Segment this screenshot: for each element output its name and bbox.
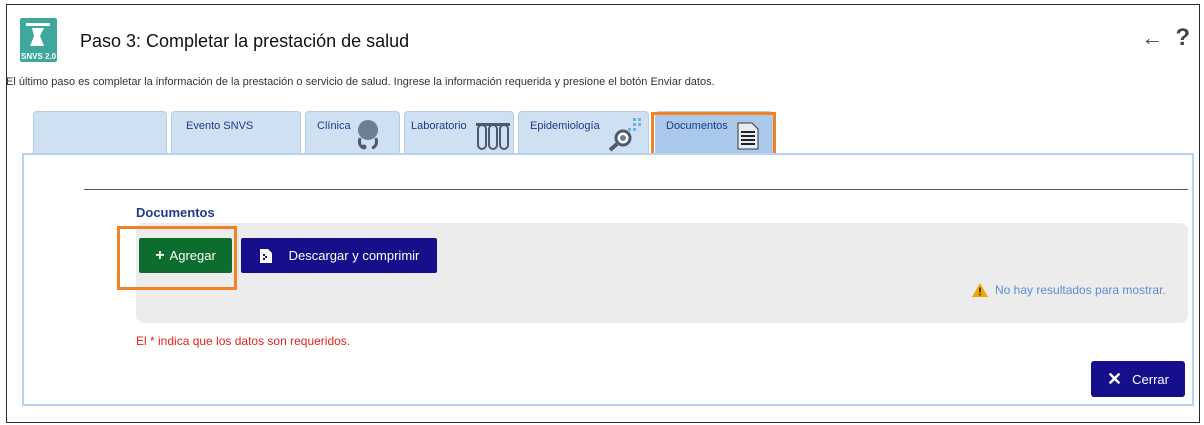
tab-label: Laboratorio <box>411 120 467 132</box>
no-results-message: No hay resultados para mostrar. <box>972 283 1166 297</box>
tab-epidemiologia[interactable]: Epidemiología <box>518 111 649 154</box>
section-divider <box>84 189 1188 190</box>
page-title: Paso 3: Completar la prestación de salud <box>80 31 410 51</box>
snvs-logo: SNVS 2.0 <box>20 18 57 62</box>
close-button-label: Cerrar <box>1132 371 1169 387</box>
tab-label: Epidemiología <box>530 120 600 132</box>
plus-icon: + <box>155 246 165 264</box>
bird-logo-icon <box>26 23 50 46</box>
close-icon: ✕ <box>1107 368 1123 389</box>
tab-blank[interactable] <box>33 111 167 154</box>
no-results-text: No hay resultados para mostrar. <box>995 283 1166 297</box>
tab-label: Documentos <box>666 120 728 132</box>
tab-label: Clínica <box>317 120 351 132</box>
tab-evento-snvs[interactable]: Evento SNVS <box>171 111 301 154</box>
zip-file-icon <box>259 248 272 263</box>
tab-laboratorio[interactable]: Laboratorio <box>404 111 514 154</box>
question-mark-icon[interactable]: ? <box>1175 26 1190 50</box>
section-title: Documentos <box>136 205 215 220</box>
magnifier-icon <box>608 118 641 152</box>
arrow-left-icon[interactable]: ← <box>1141 27 1163 49</box>
add-button-label: Agregar <box>169 248 216 263</box>
tab-clinica[interactable]: Clínica <box>305 111 400 154</box>
download-button-label: Descargar y comprimir <box>288 248 420 263</box>
test-tubes-icon <box>476 123 510 150</box>
download-compress-button[interactable]: Descargar y comprimir <box>241 238 437 273</box>
tab-label: Evento SNVS <box>186 120 254 132</box>
warning-icon <box>972 283 988 297</box>
page-subtitle: El último paso es completar la informaci… <box>6 76 715 88</box>
tab-documentos[interactable]: Documentos <box>655 111 773 154</box>
stethoscope-icon <box>358 120 378 150</box>
add-button[interactable]: + Agregar <box>139 238 232 273</box>
logo-label: SNVS 2.0 <box>21 52 57 61</box>
close-button[interactable]: ✕ Cerrar <box>1091 361 1185 397</box>
required-fields-note: El * indica que los datos son requeridos… <box>136 334 351 348</box>
document-icon <box>737 122 759 150</box>
